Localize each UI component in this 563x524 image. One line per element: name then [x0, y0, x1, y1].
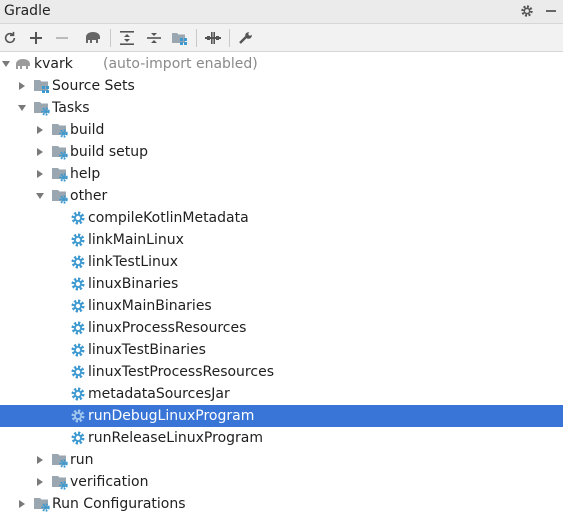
task-row[interactable]: linuxMainBinaries — [0, 295, 563, 317]
collapse-all-icon[interactable] — [145, 29, 163, 47]
task-label: runReleaseLinuxProgram — [88, 430, 263, 446]
tasks-folder-gear-icon — [34, 100, 50, 116]
task-group-folder-icon — [52, 144, 68, 160]
task-row[interactable]: linkTestLinux — [0, 251, 563, 273]
tree-row-run[interactable]: run — [0, 449, 563, 471]
remove-icon[interactable] — [53, 29, 71, 47]
minimize-icon[interactable] — [543, 3, 559, 19]
expand-all-icon[interactable] — [118, 29, 136, 47]
add-icon[interactable] — [27, 29, 45, 47]
task-gear-icon — [70, 364, 86, 380]
task-group-folder-icon — [52, 474, 68, 490]
task-gear-icon — [70, 342, 86, 358]
task-gear-icon — [70, 298, 86, 314]
panel-header: Gradle — [0, 0, 563, 24]
tree-row-help[interactable]: help — [0, 163, 563, 185]
task-group-folder-icon — [52, 166, 68, 182]
refresh-icon[interactable] — [1, 29, 19, 47]
tree-label: build setup — [70, 144, 149, 160]
tree-label: help — [70, 166, 101, 182]
source-sets-folder-icon — [34, 78, 50, 94]
tree-row-tasks[interactable]: Tasks — [0, 97, 563, 119]
tree-label: build — [70, 122, 105, 138]
task-row[interactable]: runDebugLinuxProgram — [0, 405, 563, 427]
task-row[interactable]: linuxProcessResources — [0, 317, 563, 339]
task-group-folder-icon — [52, 188, 68, 204]
task-row[interactable]: compileKotlinMetadata — [0, 207, 563, 229]
tree-row-source-sets[interactable]: Source Sets — [0, 75, 563, 97]
settings-gear-icon[interactable] — [519, 3, 535, 19]
task-row[interactable]: metadataSourcesJar — [0, 383, 563, 405]
project-status: (auto-import enabled) — [103, 56, 258, 72]
task-label: linuxBinaries — [88, 276, 179, 292]
gradle-toolbar — [0, 24, 563, 52]
task-gear-icon — [70, 320, 86, 336]
elephant-icon[interactable] — [84, 29, 102, 47]
tree-label: Run Configurations — [52, 496, 186, 512]
task-group-folder-icon — [52, 452, 68, 468]
gradle-elephant-icon — [14, 56, 30, 72]
task-gear-icon — [70, 254, 86, 270]
tree-row-run-configurations[interactable]: Run Configurations — [0, 493, 563, 515]
panel-title: Gradle — [4, 3, 51, 19]
toggle-offline-icon[interactable] — [204, 29, 222, 47]
task-row[interactable]: linuxTestBinaries — [0, 339, 563, 361]
collapsed-arrow-icon[interactable] — [34, 119, 46, 141]
expand-arrow-icon[interactable] — [0, 53, 12, 75]
other-task-list: compileKotlinMetadata linkMainLinux linkTe… — [0, 207, 563, 449]
group-modules-icon[interactable] — [171, 29, 189, 47]
task-row[interactable]: linuxTestProcessResources — [0, 361, 563, 383]
expand-arrow-icon[interactable] — [34, 185, 46, 207]
task-label: linuxMainBinaries — [88, 298, 212, 314]
task-label: linuxTestProcessResources — [88, 364, 274, 380]
task-label: linuxProcessResources — [88, 320, 247, 336]
project-name: kvark — [34, 56, 73, 72]
task-label: metadataSourcesJar — [88, 386, 230, 402]
task-label: linkTestLinux — [88, 254, 179, 270]
task-row[interactable]: runReleaseLinuxProgram — [0, 427, 563, 449]
task-gear-icon — [70, 276, 86, 292]
toolbar-separator — [196, 29, 197, 47]
collapsed-arrow-icon[interactable] — [34, 449, 46, 471]
task-row[interactable]: linkMainLinux — [0, 229, 563, 251]
run-configurations-folder-icon — [34, 496, 50, 512]
collapsed-arrow-icon[interactable] — [16, 493, 28, 515]
toolbar-separator — [229, 29, 230, 47]
tree-row-other[interactable]: other — [0, 185, 563, 207]
collapsed-arrow-icon[interactable] — [34, 163, 46, 185]
task-gear-icon — [70, 232, 86, 248]
tree-label: run — [70, 452, 94, 468]
task-label: linuxTestBinaries — [88, 342, 206, 358]
tree-label: Source Sets — [52, 78, 135, 94]
tree-row-build-setup[interactable]: build setup — [0, 141, 563, 163]
collapsed-arrow-icon[interactable] — [34, 141, 46, 163]
tree-label: verification — [70, 474, 149, 490]
expand-arrow-icon[interactable] — [16, 97, 28, 119]
tree-label: other — [70, 188, 108, 204]
task-gear-icon — [70, 408, 86, 424]
collapsed-arrow-icon[interactable] — [16, 75, 28, 97]
toolbar-separator — [110, 29, 111, 47]
task-label: linkMainLinux — [88, 232, 184, 248]
collapsed-arrow-icon[interactable] — [34, 471, 46, 493]
tree-row-build[interactable]: build — [0, 119, 563, 141]
task-gear-icon — [70, 210, 86, 226]
tree-row-root[interactable]: kvark (auto-import enabled) — [0, 53, 563, 75]
task-row[interactable]: linuxBinaries — [0, 273, 563, 295]
task-label: compileKotlinMetadata — [88, 210, 249, 226]
task-gear-icon — [70, 386, 86, 402]
task-gear-icon — [70, 430, 86, 446]
task-group-folder-icon — [52, 122, 68, 138]
tree-label: Tasks — [52, 100, 90, 116]
gradle-tree: kvark (auto-import enabled) Source Sets … — [0, 53, 563, 515]
settings-wrench-icon[interactable] — [237, 29, 255, 47]
tree-row-verification[interactable]: verification — [0, 471, 563, 493]
task-label: runDebugLinuxProgram — [88, 408, 255, 424]
